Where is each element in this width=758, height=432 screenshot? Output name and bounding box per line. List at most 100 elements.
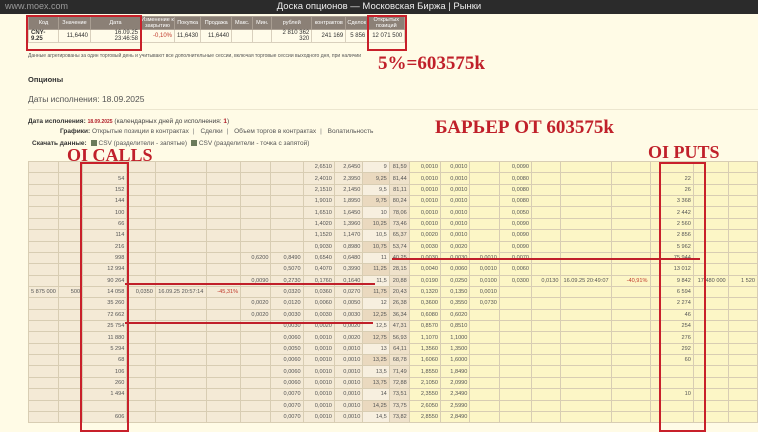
table-cell	[240, 354, 272, 367]
table-cell: 26,38	[388, 297, 410, 310]
strike-row: 1 494 0,0070 0,0010 0,0010 14 73,51 2,3550 2,34…	[28, 388, 758, 401]
table-cell: 0,4070	[302, 263, 335, 276]
table-cell: 0,5070	[270, 263, 304, 276]
table-cell: 1,1470	[333, 229, 364, 242]
table-cell	[560, 388, 612, 401]
table-cell: 81,59	[388, 160, 410, 174]
table-cell	[560, 263, 612, 276]
table-cell	[270, 195, 304, 208]
table-cell: 0,2730	[270, 274, 304, 287]
table-cell	[531, 399, 562, 412]
table-cell: 0,0010	[439, 160, 471, 174]
table-cell	[126, 274, 156, 287]
table-cell: 0,0010	[333, 399, 364, 412]
table-cell: 47,31	[388, 320, 410, 333]
strike-row: 260 0,0060 0,0010 0,0010 13,75 72,88 2,1050 2,0…	[28, 376, 758, 390]
table-cell	[154, 308, 207, 322]
table-cell	[610, 263, 651, 276]
strike-cell: 10,5	[362, 229, 390, 242]
table-cell	[727, 195, 758, 208]
table-cell	[498, 331, 533, 344]
expiry-dates[interactable]: Даты исполнения: 18.09.2025	[28, 94, 145, 104]
table-cell	[154, 206, 207, 219]
table-cell: 0,0050	[333, 297, 364, 310]
table-cell	[469, 342, 500, 356]
table-cell: 0,0010	[408, 206, 441, 219]
table-cell: 1,3960	[333, 217, 364, 231]
table-cell: 0,0250	[439, 274, 471, 287]
strike-cell: 12,75	[362, 331, 390, 344]
table-cell	[205, 331, 242, 344]
table-cell	[28, 263, 59, 276]
table-cell	[610, 206, 651, 219]
table-cell: 2,1510	[302, 183, 335, 197]
table-cell	[154, 172, 207, 185]
table-cell: 0,0060	[270, 331, 304, 344]
table-cell	[28, 172, 59, 185]
table-cell	[57, 388, 84, 401]
table-cell: 0,0010	[302, 354, 335, 367]
table-cell: 0,1760	[302, 274, 335, 287]
table-cell	[531, 331, 562, 344]
table-cell: 0,8570	[408, 320, 441, 333]
table-cell: 0,0130	[531, 274, 562, 287]
table-cell	[126, 172, 156, 185]
table-cell	[57, 217, 84, 231]
table-cell: 0,0010	[333, 354, 364, 367]
table-cell	[531, 263, 562, 276]
expiry-date: 18.09.2025	[87, 119, 113, 125]
table-cell: 0,0080	[498, 195, 533, 208]
chart-link-open-interest[interactable]: Открытые позиции в контрактах	[92, 128, 189, 135]
table-cell	[560, 195, 612, 208]
table-cell	[126, 354, 156, 367]
table-cell	[727, 240, 758, 253]
table-cell	[28, 160, 59, 174]
table-cell: 2,3490	[439, 388, 471, 401]
table-cell	[28, 195, 59, 208]
table-cell	[240, 342, 272, 356]
strike-row: 90 264 0,0090 0,2730 0,1760 0,1640 11,5 20,88 0…	[28, 274, 758, 287]
table-cell	[610, 331, 651, 344]
table-cell	[126, 365, 156, 378]
csv-semicolon-link[interactable]: CSV (разделители - точка с запятой)	[199, 140, 310, 147]
table-cell: 53,74	[388, 240, 410, 253]
table-cell	[610, 297, 651, 310]
table-cell	[28, 342, 59, 356]
table-cell: 0,0010	[469, 285, 500, 299]
table-cell	[126, 308, 156, 322]
table-cell	[28, 274, 59, 287]
csv-file-icon	[190, 140, 197, 146]
table-cell	[240, 285, 272, 299]
table-cell	[57, 331, 84, 344]
table-cell	[126, 376, 156, 390]
table-cell	[727, 365, 758, 378]
table-cell	[727, 399, 758, 412]
strike-cell: 13,25	[362, 354, 390, 367]
table-cell	[57, 365, 84, 378]
table-cell	[531, 354, 562, 367]
table-cell: 0,0090	[498, 217, 533, 231]
annotation-box-code	[26, 15, 142, 51]
strike-row: 606 0,0070 0,0010 0,0010 14,5 73,82 2,8550 2,84…	[28, 410, 758, 424]
table-cell: 2,3550	[408, 388, 441, 401]
chart-link-volume[interactable]: Объем торгов в контрактах	[234, 128, 316, 135]
table-cell	[610, 183, 651, 197]
table-cell: 1,8950	[333, 195, 364, 208]
table-cell	[560, 183, 612, 197]
table-cell: 0,0020	[408, 229, 441, 242]
table-cell	[531, 240, 562, 253]
table-cell	[531, 388, 562, 401]
table-cell	[560, 217, 612, 231]
table-cell: 2,4010	[302, 172, 335, 185]
strike-cell: 9,75	[362, 195, 390, 208]
table-cell: 0,0010	[333, 365, 364, 378]
table-cell	[498, 320, 533, 333]
chart-link-volatility[interactable]: Волатильность	[328, 128, 374, 135]
strike-row: 106 0,0060 0,0010 0,0010 13,5 71,49 1,8550 1,84…	[28, 365, 758, 378]
table-cell	[28, 388, 59, 401]
chart-link-trades[interactable]: Сделки	[200, 128, 222, 135]
table-cell: 0,0090	[498, 229, 533, 242]
table-cell: 0,0300	[498, 274, 533, 287]
strike-cell: 12	[362, 297, 390, 310]
table-cell	[57, 172, 84, 185]
